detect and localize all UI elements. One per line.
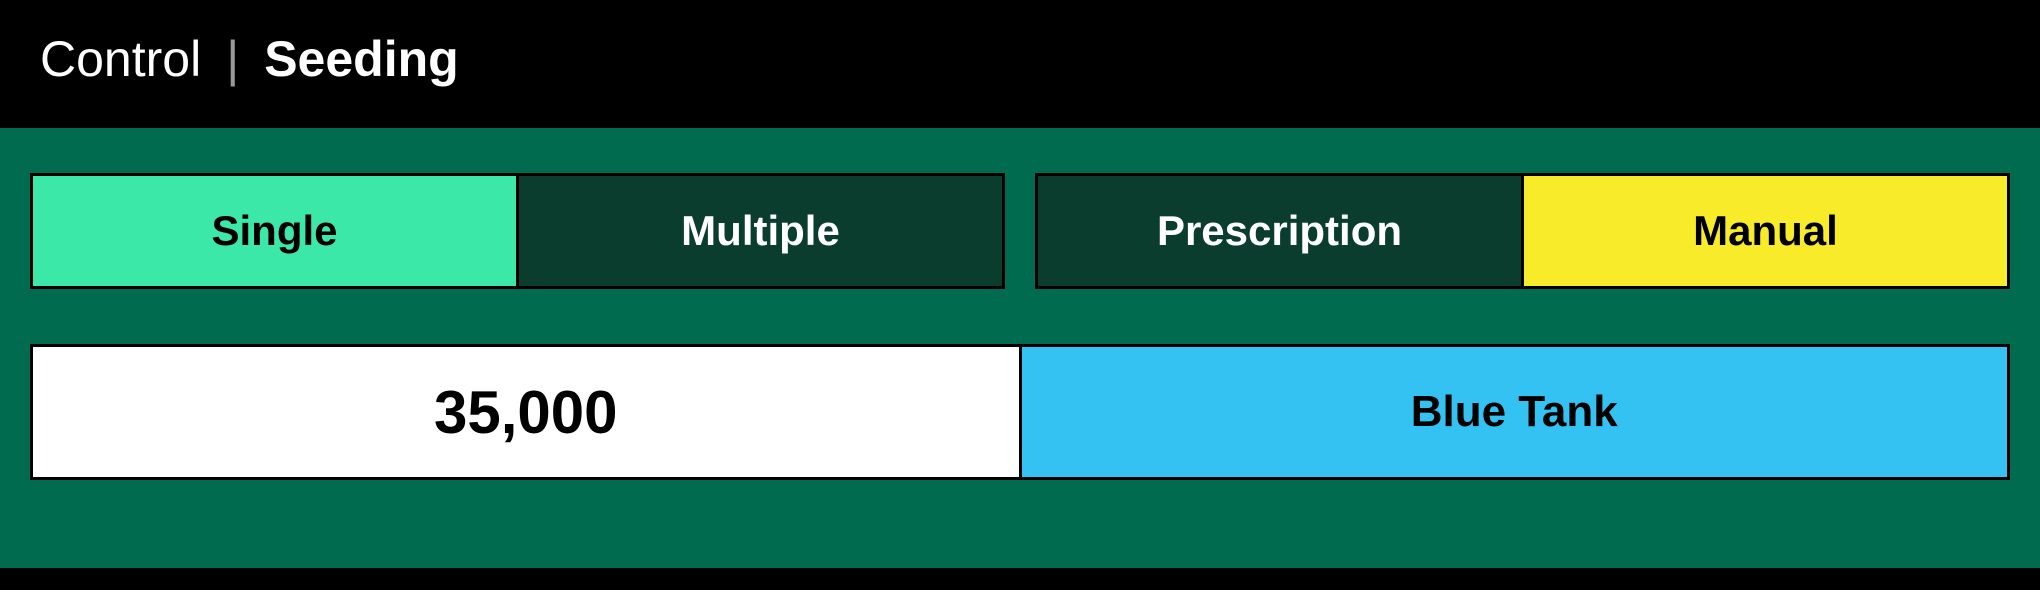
toggle-multiple[interactable]: Multiple <box>519 176 1002 286</box>
toggle-group-source: Prescription Manual <box>1035 173 2010 289</box>
rate-value[interactable]: 35,000 <box>33 347 1022 477</box>
toggle-prescription[interactable]: Prescription <box>1038 176 1524 286</box>
breadcrumb-divider: | <box>226 30 239 88</box>
toggle-single[interactable]: Single <box>33 176 519 286</box>
toggle-manual[interactable]: Manual <box>1524 176 2007 286</box>
content-area: Single Multiple Prescription Manual 35,0… <box>0 128 2040 568</box>
breadcrumb-current: Seeding <box>264 30 458 88</box>
breadcrumb-parent[interactable]: Control <box>40 30 201 88</box>
toggle-row: Single Multiple Prescription Manual <box>30 173 2010 289</box>
breadcrumb: Control | Seeding <box>0 0 2040 128</box>
tank-value[interactable]: Blue Tank <box>1022 347 2008 477</box>
value-row: 35,000 Blue Tank <box>30 344 2010 480</box>
toggle-group-mode: Single Multiple <box>30 173 1005 289</box>
